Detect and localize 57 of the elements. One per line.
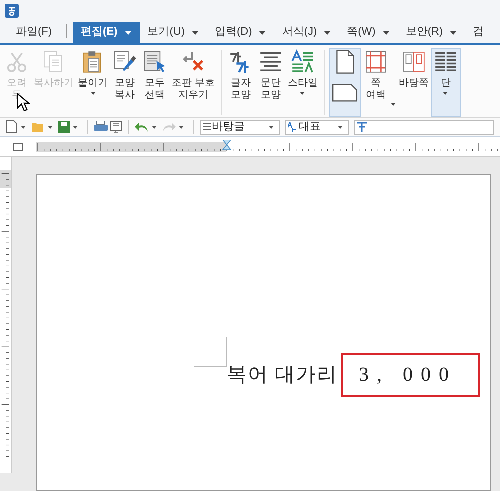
ribbon-button[interactable]: 스타일 — [286, 48, 320, 117]
open-button[interactable] — [31, 121, 56, 133]
style-lines-icon — [290, 49, 316, 75]
dropdown-caret-icon — [269, 126, 274, 128]
app-logo-icon — [5, 4, 19, 18]
print-button[interactable] — [94, 121, 108, 133]
redo-button[interactable] — [162, 121, 187, 133]
align-lines-icon — [203, 122, 211, 132]
page-pointer-icon — [142, 49, 168, 75]
save-button[interactable] — [58, 121, 81, 133]
ribbon-button[interactable]: 단 — [430, 48, 461, 117]
landscape-page-icon — [330, 81, 359, 103]
font-letters-icon — [288, 122, 297, 132]
style-value: 바탕글 — [212, 120, 246, 135]
menu-tab[interactable]: 파일(F) — [8, 22, 60, 43]
folder-icon — [31, 121, 45, 133]
menu-tab[interactable]: 쪽(W) — [339, 22, 398, 43]
dropdown-caret-icon — [179, 126, 184, 128]
dropdown-caret-icon — [21, 126, 26, 128]
curved-arrow-icon — [135, 121, 149, 133]
page-corner-mark — [194, 337, 227, 367]
font-dropdown[interactable]: 대표 — [285, 120, 349, 134]
menu-tab[interactable]: 편집(E) — [73, 22, 140, 43]
ribbon-button[interactable]: 모두 선택 — [140, 48, 170, 117]
ribbon-button[interactable]: 붙이기 — [76, 48, 110, 117]
preview-button[interactable] — [110, 120, 122, 134]
font-size-field[interactable] — [354, 120, 494, 134]
menu-tab[interactable]: 보기(U) — [140, 22, 207, 43]
menu-tab[interactable]: 보안(R) — [398, 22, 466, 43]
ribbon-button[interactable]: 쪽 여백 — [360, 48, 397, 117]
ruler-corner-button[interactable] — [13, 142, 23, 150]
style-dropdown[interactable]: 바탕글 — [200, 120, 280, 134]
undo-button[interactable] — [135, 121, 160, 133]
orientation-button[interactable] — [328, 48, 361, 117]
dropdown-caret-icon — [338, 126, 343, 128]
curved-arrow-icon — [162, 121, 176, 133]
ribbon-button[interactable]: 문단 모양 — [256, 48, 286, 117]
vertical-ruler[interactable] — [0, 157, 12, 473]
document-text: 복어 대가리 — [227, 363, 338, 388]
new-document-button[interactable] — [6, 120, 29, 134]
menu-tab[interactable]: 서식(J) — [274, 22, 340, 43]
menu-tab[interactable]: 입력(D) — [207, 22, 274, 43]
font-t-icon — [357, 122, 367, 132]
number-field[interactable]: 3, 000 — [341, 353, 480, 397]
dropdown-caret-icon — [48, 126, 53, 128]
ribbon-button[interactable]: 글자 모양 — [226, 48, 256, 117]
dropdown-caret-icon — [73, 126, 78, 128]
ribbon-button[interactable]: 모양 복사 — [110, 48, 140, 117]
printer-icon — [94, 121, 108, 133]
double-page-icon — [400, 49, 427, 75]
monitor-icon — [110, 120, 122, 134]
dropdown-caret-icon — [152, 126, 157, 128]
ribbon-button[interactable]: 조판 부호 지우기 — [170, 48, 217, 117]
font-value: 대표 — [299, 120, 322, 135]
document-page[interactable]: 복어 대가리 3, 000 — [36, 174, 491, 491]
ribbon-button[interactable]: 바탕쪽 — [396, 48, 431, 117]
menu-tab[interactable]: 검 — [465, 22, 492, 43]
